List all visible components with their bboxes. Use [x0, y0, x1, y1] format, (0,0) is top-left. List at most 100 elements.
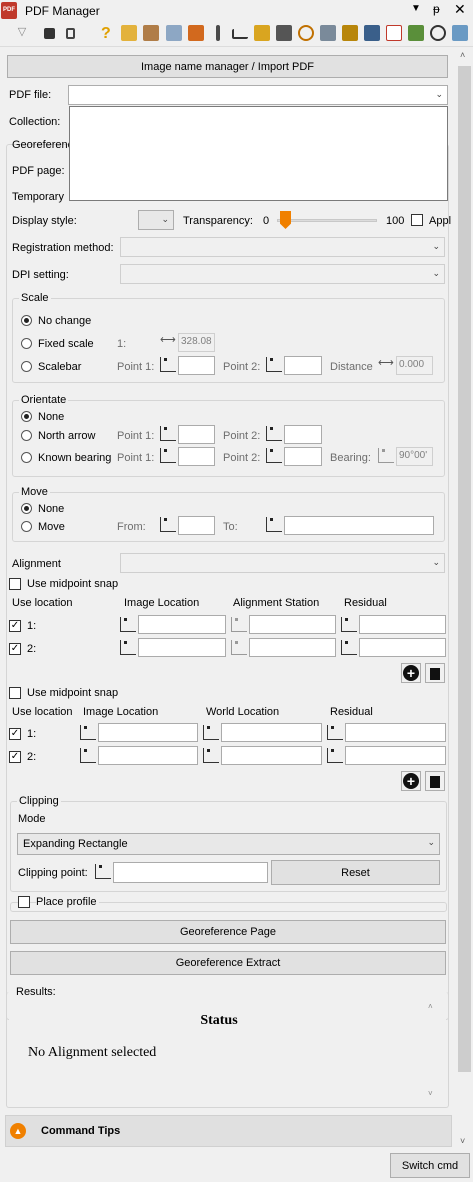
alignment-row2-checkbox[interactable]: ✓: [9, 643, 21, 655]
georeference-page-button[interactable]: Georeference Page: [10, 920, 446, 944]
distance-input[interactable]: 0.000: [396, 356, 433, 375]
alignment-row1-residual-input[interactable]: [359, 615, 446, 634]
registration-method-dropdown[interactable]: ⌄: [120, 237, 445, 257]
command-tips-bar[interactable]: ▲ Command Tips: [5, 1115, 452, 1147]
north-point2-input[interactable]: [284, 425, 322, 444]
orientate-none-radio[interactable]: [21, 411, 32, 422]
path-icon[interactable]: [232, 29, 248, 39]
scale-point2-input[interactable]: [284, 356, 322, 375]
no-change-radio[interactable]: [21, 315, 32, 326]
scalebar-radio[interactable]: [21, 361, 32, 372]
known-bearing-radio[interactable]: [21, 452, 32, 463]
map-icon[interactable]: [408, 25, 424, 41]
layer-link-icon[interactable]: [452, 25, 468, 41]
cube-icon[interactable]: [254, 25, 270, 41]
world-row2-checkbox[interactable]: ✓: [9, 751, 21, 763]
scroll-down-icon[interactable]: ˅: [460, 1136, 465, 1146]
pick-point-icon[interactable]: [203, 725, 219, 740]
move-radio[interactable]: [21, 521, 32, 532]
fixed-scale-input[interactable]: 328.08: [178, 333, 215, 352]
pdf-file-dropdown[interactable]: ⌄: [68, 85, 448, 105]
stamp-icon[interactable]: [342, 25, 358, 41]
pick-point-icon[interactable]: [327, 725, 343, 740]
dropdown-menu-icon[interactable]: ▼: [411, 3, 421, 14]
world-row1-residual-input[interactable]: [345, 723, 446, 742]
lock-icon[interactable]: [66, 28, 75, 39]
pick-point-icon[interactable]: [120, 617, 136, 632]
apply-checkbox[interactable]: [411, 214, 423, 226]
alignment-delete-button[interactable]: [425, 663, 445, 683]
alignment-add-button[interactable]: +: [401, 663, 421, 683]
alignment-row2-residual-input[interactable]: [359, 638, 446, 657]
help-icon[interactable]: ?: [101, 25, 117, 42]
alignment-midpoint-checkbox[interactable]: [9, 578, 21, 590]
display-style-dropdown[interactable]: ⌄: [138, 210, 174, 230]
alignment-row1-station-input[interactable]: [249, 615, 336, 634]
pick-point-icon[interactable]: [266, 517, 282, 532]
georeference-extract-button[interactable]: Georeference Extract: [10, 951, 446, 975]
target-icon[interactable]: [298, 25, 314, 41]
pick-point-icon[interactable]: [120, 640, 136, 655]
world-delete-button[interactable]: [425, 771, 445, 791]
move-from-input[interactable]: [178, 516, 215, 535]
move-none-radio[interactable]: [21, 503, 32, 514]
pick-point-icon[interactable]: [160, 426, 176, 441]
pick-point-icon[interactable]: [160, 517, 176, 532]
stack-icon[interactable]: [364, 25, 380, 41]
results-scrollbar[interactable]: ˄ ˅: [425, 1001, 439, 1103]
bearing-point2-input[interactable]: [284, 447, 322, 466]
alignment-row2-station-input[interactable]: [249, 638, 336, 657]
pdf-doc-icon[interactable]: [386, 25, 402, 41]
scrollbar[interactable]: ˄ ˅: [456, 48, 473, 1152]
scroll-thumb[interactable]: [458, 66, 471, 1072]
pick-point-icon[interactable]: [80, 725, 96, 740]
pick-point-icon[interactable]: [80, 748, 96, 763]
alignment-row2-image-input[interactable]: [138, 638, 226, 657]
wand-icon[interactable]: [216, 25, 220, 41]
layers-icon[interactable]: [320, 25, 336, 41]
image-icon[interactable]: [166, 25, 182, 41]
pick-point-icon[interactable]: [160, 448, 176, 463]
world-row2-image-input[interactable]: [98, 746, 198, 765]
world-row2-world-input[interactable]: [221, 746, 322, 765]
collapse-toggle-icon[interactable]: ▽: [14, 25, 30, 41]
pick-point-icon[interactable]: [266, 357, 282, 372]
expand-tips-icon[interactable]: ▲: [10, 1123, 26, 1139]
world-row2-residual-input[interactable]: [345, 746, 446, 765]
settings-doc-icon[interactable]: [121, 25, 137, 41]
north-arrow-radio[interactable]: [21, 430, 32, 441]
screen-icon[interactable]: [44, 28, 55, 39]
world-add-button[interactable]: +: [401, 771, 421, 791]
box-icon[interactable]: [143, 25, 159, 41]
move-to-input[interactable]: [284, 516, 434, 535]
world-row1-image-input[interactable]: [98, 723, 198, 742]
fixed-scale-radio[interactable]: [21, 338, 32, 349]
clipping-mode-dropdown[interactable]: Expanding Rectangle ⌄: [17, 833, 440, 855]
gift-icon[interactable]: [188, 25, 204, 41]
north-point1-input[interactable]: [178, 425, 215, 444]
network-icon[interactable]: [430, 25, 446, 41]
pick-point-icon[interactable]: [160, 357, 176, 372]
bearing-input[interactable]: 90°00': [396, 447, 433, 466]
dpi-setting-dropdown[interactable]: ⌄: [120, 264, 445, 284]
pick-point-icon[interactable]: [95, 864, 111, 879]
bearing-point1-input[interactable]: [178, 447, 215, 466]
world-row1-world-input[interactable]: [221, 723, 322, 742]
pick-point-icon[interactable]: [266, 426, 282, 441]
world-midpoint-checkbox[interactable]: [9, 687, 21, 699]
place-profile-checkbox[interactable]: [18, 896, 30, 908]
scroll-up-icon[interactable]: ˄: [460, 50, 465, 60]
scroll-up-icon[interactable]: ˄: [428, 1002, 433, 1011]
alignment-row1-checkbox[interactable]: ✓: [9, 620, 21, 632]
clipping-point-input[interactable]: [113, 862, 268, 883]
import-pdf-button[interactable]: Image name manager / Import PDF: [7, 55, 448, 78]
reset-button[interactable]: Reset: [271, 860, 440, 885]
pin-icon[interactable]: ᵽ: [433, 2, 440, 16]
world-row1-checkbox[interactable]: ✓: [9, 728, 21, 740]
transparency-slider-track[interactable]: [277, 219, 377, 222]
alignment-row1-image-input[interactable]: [138, 615, 226, 634]
pick-point-icon[interactable]: [341, 640, 357, 655]
scroll-down-icon[interactable]: ˅: [428, 1089, 433, 1098]
pick-point-icon[interactable]: [341, 617, 357, 632]
cube-dark-icon[interactable]: [276, 25, 292, 41]
